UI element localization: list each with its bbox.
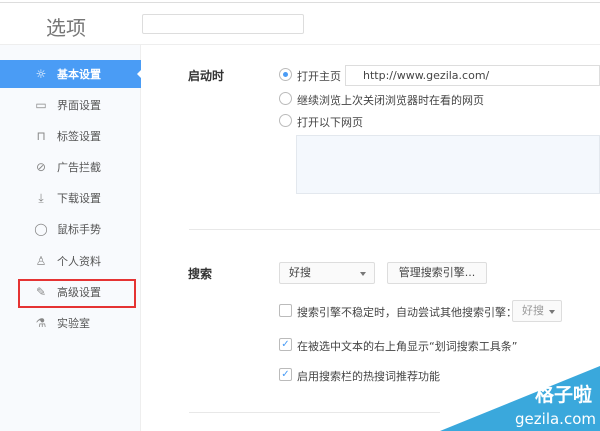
search-engine-select[interactable]: 好搜 [279, 262, 375, 284]
page-title: 选项 [46, 16, 86, 40]
tab-icon: ⊓ [36, 129, 46, 143]
pages-list[interactable] [296, 135, 600, 194]
user-icon: ♙ [35, 254, 47, 268]
sidebar-item-download[interactable]: ⤓ 下载设置 [0, 184, 141, 212]
radio-open-homepage[interactable] [279, 68, 292, 81]
select-value: 好搜 [522, 304, 544, 317]
radio-open-pages[interactable] [279, 114, 292, 127]
sidebar-item-label: 界面设置 [57, 99, 101, 112]
section-divider [189, 229, 600, 230]
checkbox-label: 启用搜索栏的热搜词推荐功能 [297, 370, 440, 383]
sidebar-item-label: 实验室 [57, 317, 90, 330]
radio-label: 打开主页 [297, 70, 341, 83]
search-label: 搜索 [188, 267, 213, 281]
homepage-url-input[interactable]: http://www.gezila.com/ [345, 65, 600, 86]
hot-words-checkbox[interactable]: ✓ [279, 368, 292, 381]
radio-label: 打开以下网页 [297, 116, 363, 129]
select-value: 好搜 [289, 266, 311, 279]
window-icon: ▭ [35, 98, 47, 112]
sidebar-item-label: 鼠标手势 [57, 223, 101, 236]
check-icon: ✓ [281, 369, 290, 380]
startup-label: 启动时 [188, 69, 225, 83]
chevron-down-icon [549, 310, 555, 317]
search-input[interactable] [142, 14, 304, 34]
sidebar-item-profile[interactable]: ♙ 个人资料 [0, 247, 141, 275]
download-icon: ⤓ [38, 190, 44, 205]
sidebar-item-tabs[interactable]: ⊓ 标签设置 [0, 122, 141, 150]
sidebar-item-adblock[interactable]: ⊘ 广告拦截 [0, 153, 141, 181]
check-icon: ✓ [281, 339, 290, 350]
sidebar-item-mouse-gesture[interactable]: ◯ 鼠标手势 [0, 215, 141, 243]
sun-icon: ☼ [35, 67, 47, 81]
watermark-url: gezila.com [515, 410, 596, 428]
sidebar-item-lab[interactable]: ⚗ 实验室 [0, 309, 141, 337]
fallback-checkbox[interactable] [279, 304, 292, 317]
sidebar-item-label: 广告拦截 [57, 161, 101, 174]
window-top-border [0, 0, 600, 3]
selection-toolbar-checkbox[interactable]: ✓ [279, 338, 292, 351]
sidebar-item-interface[interactable]: ▭ 界面设置 [0, 91, 141, 119]
mouse-icon: ◯ [34, 222, 48, 236]
sidebar-item-label: 下载设置 [57, 192, 101, 205]
sidebar-item-label: 基本设置 [57, 68, 101, 81]
block-icon: ⊘ [35, 160, 47, 174]
watermark-text: 格子啦 [534, 384, 592, 406]
chevron-down-icon [360, 272, 366, 279]
fallback-engine-select[interactable]: 好搜 [512, 300, 562, 322]
checkbox-label: 在被选中文本的右上角显示“划词搜索工具条” [297, 340, 518, 353]
radio-label: 继续浏览上次关闭浏览器时在看的网页 [297, 94, 484, 107]
sidebar-item-label: 个人资料 [57, 255, 101, 268]
highlight-box [18, 279, 136, 308]
sidebar: ☼ 基本设置 ▭ 界面设置 ⊓ 标签设置 ⊘ 广告拦截 ⤓ 下载设置 ◯ 鼠标手势 ♙ 个人资… [0, 45, 142, 431]
sidebar-item-basic[interactable]: ☼ 基本设置 [0, 60, 142, 88]
section-divider [189, 412, 440, 413]
sidebar-item-label: 标签设置 [57, 130, 101, 143]
radio-continue-session[interactable] [279, 92, 292, 105]
flask-icon: ⚗ [35, 316, 47, 330]
manage-engines-button[interactable]: 管理搜索引擎... [387, 262, 487, 284]
checkbox-label: 搜索引擎不稳定时，自动尝试其他搜索引擎： [297, 306, 517, 319]
